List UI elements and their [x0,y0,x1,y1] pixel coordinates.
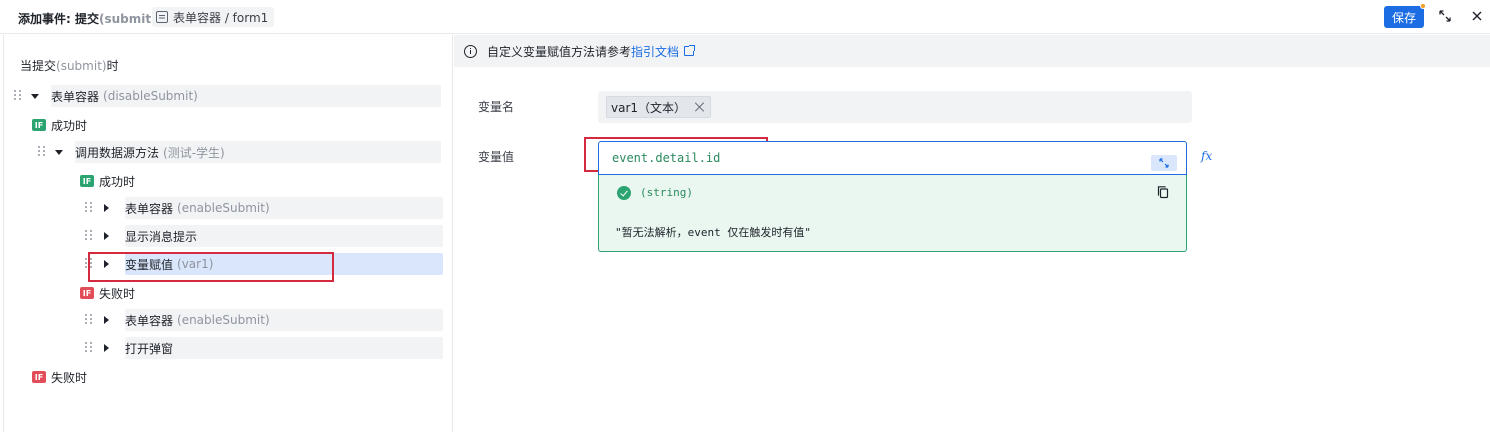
action-label: 表单容器 [51,89,100,104]
tree-node-fail-action[interactable]: 打开弹窗 [84,337,443,359]
condition-label: 成功时 [51,118,88,133]
caret-right-icon[interactable] [104,204,109,212]
expand-arrows-icon [1159,158,1169,168]
tip-bar: 自定义变量赋值方法请参考 指引文档 [454,35,1490,67]
tree-node-api-call[interactable]: 调用数据源方法 (测试-学生) [37,141,441,163]
caret-down-icon[interactable] [31,93,39,99]
drag-handle-icon[interactable] [37,146,47,158]
action-detail: (enableSubmit) [177,313,270,327]
unsaved-indicator [1420,3,1426,9]
action-bar-selected[interactable]: 变量赋值 (var1) [125,253,443,275]
condition-inner-fail: IF 失败时 [80,285,135,301]
var-name-chip[interactable]: var1（文本） [606,96,712,118]
if-fail-icon: IF [32,371,46,383]
tree-node-success-action[interactable]: 表单容器 (enableSubmit) [84,197,443,219]
action-label: 调用数据源方法 [75,145,160,160]
var-name-chip-label: var1（文本） [611,100,687,115]
caret-right-icon[interactable] [104,344,109,352]
action-bar[interactable]: 调用数据源方法 (测试-学生) [75,141,441,163]
var-value-label: 变量值 [478,150,515,164]
caret-right-icon[interactable] [104,316,109,324]
action-detail: (var1) [177,257,214,271]
action-bar[interactable]: 表单容器 (disableSubmit) [51,85,441,107]
tree-node-fail-action[interactable]: 表单容器 (enableSubmit) [84,309,443,331]
action-bar[interactable]: 显示消息提示 [125,225,443,247]
target-component-tag: 表单容器 / form1 [152,7,275,27]
remove-chip-icon[interactable] [694,102,704,112]
caret-right-icon[interactable] [104,260,109,268]
var-value-expression[interactable]: event.detail.id [612,151,720,165]
var-value-input[interactable]: event.detail.id [598,141,1187,175]
var-name-label: 变量名 [478,100,515,114]
condition-label: 失败时 [51,370,88,385]
expand-icon[interactable] [1438,9,1452,23]
condition-label: 成功时 [99,174,136,189]
tree-node-success-action[interactable]: 显示消息提示 [84,225,443,247]
fullscreen-editor-button[interactable] [1151,155,1177,171]
action-label: 表单容器 [125,201,174,216]
info-icon [464,44,477,58]
condition-label: 失败时 [99,286,136,301]
action-detail: (enableSubmit) [177,201,270,215]
dialog-title-event: (submit) [98,12,157,26]
guide-doc-link[interactable]: 指引文档 [631,43,679,60]
drag-handle-icon[interactable] [84,342,94,354]
caret-right-icon[interactable] [104,232,109,240]
tree-node-root[interactable]: 表单容器 (disableSubmit) [13,85,441,107]
check-circle-icon [617,186,631,200]
trigger-event: (submit) [56,59,107,73]
action-bar[interactable]: 打开弹窗 [125,337,443,359]
result-message: "暂无法解析，event 仅在触发时有值" [615,226,811,239]
external-link-icon[interactable] [684,45,696,56]
drag-handle-icon[interactable] [84,314,94,326]
action-label: 显示消息提示 [125,229,198,244]
if-success-icon: IF [80,175,94,187]
action-detail: (测试-学生) [163,145,225,160]
tree-node-success-action-selected[interactable]: 变量赋值 (var1) [84,253,443,275]
trigger-prefix: 当提交 [20,59,57,73]
drag-handle-icon[interactable] [84,230,94,242]
dialog-header: 添加事件: 提交(submit) 表单容器 / form1 保存 [0,0,1490,34]
drag-handle-icon[interactable] [13,90,23,102]
trigger-label: 当提交(submit)时 [20,57,119,74]
condition-success: IF 成功时 [32,117,87,133]
var-name-select[interactable]: var1（文本） [598,91,1192,123]
action-tree-panel: 当提交(submit)时 表单容器 (disableSubmit) IF 成功时 … [3,35,453,432]
condition-inner-success: IF 成功时 [80,173,135,189]
result-type: (string) [640,186,693,199]
action-label: 打开弹窗 [125,341,174,356]
target-component-label: 表单容器 / form1 [173,10,269,25]
if-success-icon: IF [32,119,46,131]
action-bar[interactable]: 表单容器 (enableSubmit) [125,197,443,219]
caret-down-icon[interactable] [55,149,63,155]
action-detail: (disableSubmit) [103,89,198,103]
formula-editor-icon[interactable]: fx [1201,149,1212,163]
trigger-suffix: 时 [106,59,119,73]
action-label: 表单容器 [125,313,174,328]
action-label: 变量赋值 [125,257,174,272]
condition-fail: IF 失败时 [32,369,87,385]
close-icon[interactable] [1470,9,1484,23]
drag-handle-icon[interactable] [84,258,94,270]
dialog-title: 添加事件: 提交(submit) [18,10,157,27]
dialog-title-prefix: 添加事件: 提交 [18,12,99,26]
expression-result-panel: (string) "暂无法解析，event 仅在触发时有值" [598,175,1187,252]
save-button[interactable]: 保存 [1384,6,1424,28]
action-bar[interactable]: 表单容器 (enableSubmit) [125,309,443,331]
drag-handle-icon[interactable] [84,202,94,214]
if-fail-icon: IF [80,287,94,299]
form-icon [156,11,168,23]
tip-text: 自定义变量赋值方法请参考 [487,44,632,59]
copy-icon[interactable] [1156,185,1170,199]
